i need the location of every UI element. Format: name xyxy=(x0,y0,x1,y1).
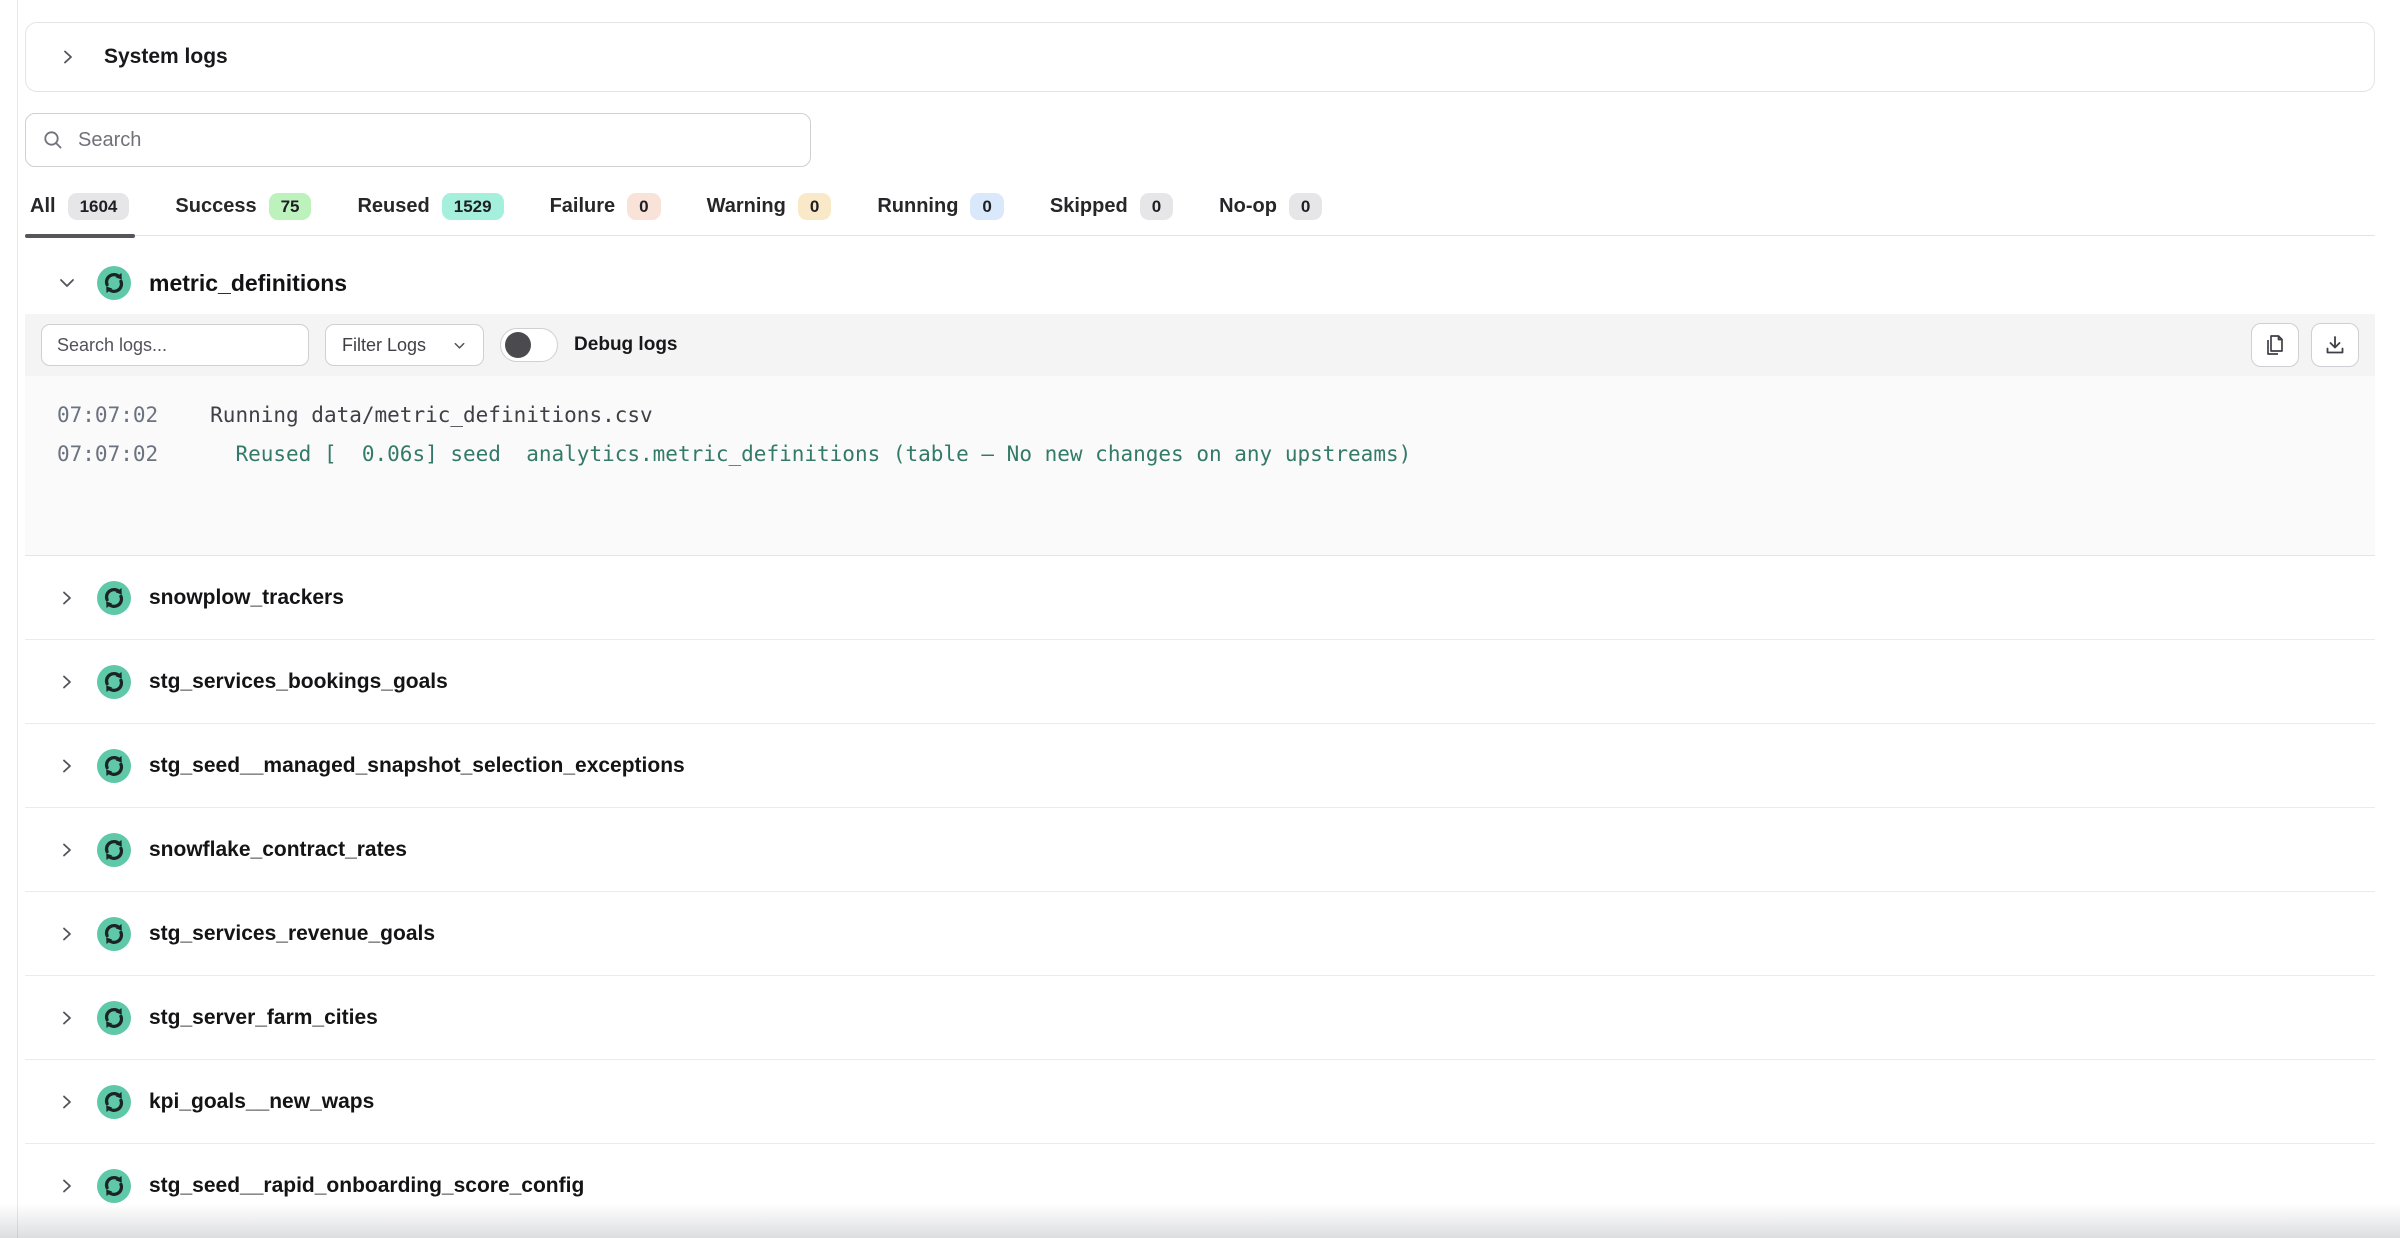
system-logs-label: System logs xyxy=(104,45,228,69)
node-row-stg-server-farm-cities[interactable]: stg_server_farm_cities xyxy=(25,976,2375,1060)
chevron-right-icon xyxy=(55,924,79,944)
count-badge: 1604 xyxy=(68,193,130,220)
node-list: snowplow_trackers stg_services_bookings_… xyxy=(25,556,2375,1228)
node-name: snowflake_contract_rates xyxy=(149,838,407,862)
chevron-right-icon xyxy=(55,588,79,608)
node-name: stg_seed__rapid_onboarding_score_config xyxy=(149,1174,584,1198)
log-message: Reused [ 0.06s] seed analytics.metric_de… xyxy=(210,441,1411,468)
count-badge: 0 xyxy=(627,193,660,220)
expanded-node-section: metric_definitions Filter Logs Debug log… xyxy=(25,252,2375,556)
filter-logs-dropdown[interactable]: Filter Logs xyxy=(325,324,484,366)
tab-success[interactable]: Success 75 xyxy=(175,193,311,220)
sync-icon xyxy=(97,665,131,699)
node-row-stg-services-revenue-goals[interactable]: stg_services_revenue_goals xyxy=(25,892,2375,976)
chevron-down-icon xyxy=(55,272,79,294)
tab-no-op[interactable]: No-op 0 xyxy=(1219,193,1322,220)
node-row-kpi-goals-new-waps[interactable]: kpi_goals__new_waps xyxy=(25,1060,2375,1144)
download-icon xyxy=(2323,333,2347,357)
log-line: 07:07:02 Running data/metric_definitions… xyxy=(57,402,2375,429)
node-row-stg-seed-rapid-onboarding-score-config[interactable]: stg_seed__rapid_onboarding_score_config xyxy=(25,1144,2375,1228)
log-timestamp: 07:07:02 xyxy=(57,441,158,468)
node-name: kpi_goals__new_waps xyxy=(149,1090,374,1114)
search-icon xyxy=(42,129,64,151)
sync-icon xyxy=(97,581,131,615)
log-search-input[interactable] xyxy=(57,335,293,356)
node-row-stg-seed-managed-snapshot-selection-exceptions[interactable]: stg_seed__managed_snapshot_selection_exc… xyxy=(25,724,2375,808)
sync-icon xyxy=(97,1169,131,1203)
toggle-knob xyxy=(505,332,531,358)
tab-running[interactable]: Running 0 xyxy=(877,193,1004,220)
count-badge: 75 xyxy=(269,193,312,220)
status-tabs: All 1604 Success 75 Reused 1529 Failure … xyxy=(25,193,2375,236)
sync-icon xyxy=(97,1085,131,1119)
node-name: stg_services_bookings_goals xyxy=(149,670,448,694)
count-badge: 0 xyxy=(1289,193,1322,220)
system-logs-panel[interactable]: System logs xyxy=(25,22,2375,92)
node-name: snowplow_trackers xyxy=(149,586,344,610)
node-row-stg-services-bookings-goals[interactable]: stg_services_bookings_goals xyxy=(25,640,2375,724)
tab-warning[interactable]: Warning 0 xyxy=(707,193,832,220)
node-name: stg_server_farm_cities xyxy=(149,1006,378,1030)
sync-icon xyxy=(97,749,131,783)
tab-reused[interactable]: Reused 1529 xyxy=(357,193,503,220)
chevron-right-icon xyxy=(55,756,79,776)
node-name: stg_seed__managed_snapshot_selection_exc… xyxy=(149,754,685,778)
tab-all[interactable]: All 1604 xyxy=(30,193,129,220)
chevron-down-icon xyxy=(452,338,467,353)
node-name: stg_services_revenue_goals xyxy=(149,922,435,946)
debug-logs-toggle[interactable] xyxy=(500,328,558,362)
log-message: Running data/metric_definitions.csv xyxy=(210,402,653,429)
sync-icon xyxy=(97,833,131,867)
node-name: metric_definitions xyxy=(149,270,347,297)
log-search-box[interactable] xyxy=(41,324,309,366)
chevron-right-icon xyxy=(55,672,79,692)
download-logs-button[interactable] xyxy=(2311,323,2359,367)
count-badge: 0 xyxy=(1140,193,1173,220)
log-actions xyxy=(2251,323,2359,367)
log-line: 07:07:02 Reused [ 0.06s] seed analytics.… xyxy=(57,441,2375,468)
chevron-right-icon xyxy=(55,1176,79,1196)
log-timestamp: 07:07:02 xyxy=(57,402,158,429)
node-row-snowplow-trackers[interactable]: snowplow_trackers xyxy=(25,556,2375,640)
debug-logs-label: Debug logs xyxy=(574,334,677,356)
chevron-right-icon xyxy=(56,47,80,67)
tab-skipped[interactable]: Skipped 0 xyxy=(1050,193,1173,220)
sync-icon xyxy=(97,917,131,951)
log-output[interactable]: 07:07:02 Running data/metric_definitions… xyxy=(25,376,2375,556)
count-badge: 0 xyxy=(970,193,1003,220)
run-results-page: System logs All 1604 Success 75 Reused 1… xyxy=(0,0,2400,1228)
count-badge: 0 xyxy=(798,193,831,220)
copy-logs-button[interactable] xyxy=(2251,323,2299,367)
chevron-right-icon xyxy=(55,840,79,860)
log-controls-bar: Filter Logs Debug logs xyxy=(25,314,2375,376)
tab-failure[interactable]: Failure 0 xyxy=(550,193,661,220)
sync-icon xyxy=(97,266,131,300)
copy-icon xyxy=(2264,333,2286,357)
search-input[interactable] xyxy=(78,129,794,152)
node-row-snowflake-contract-rates[interactable]: snowflake_contract_rates xyxy=(25,808,2375,892)
chevron-right-icon xyxy=(55,1092,79,1112)
sync-icon xyxy=(97,1001,131,1035)
node-header-metric-definitions[interactable]: metric_definitions xyxy=(25,252,2375,314)
search-box[interactable] xyxy=(25,113,811,167)
count-badge: 1529 xyxy=(442,193,504,220)
chevron-right-icon xyxy=(55,1008,79,1028)
